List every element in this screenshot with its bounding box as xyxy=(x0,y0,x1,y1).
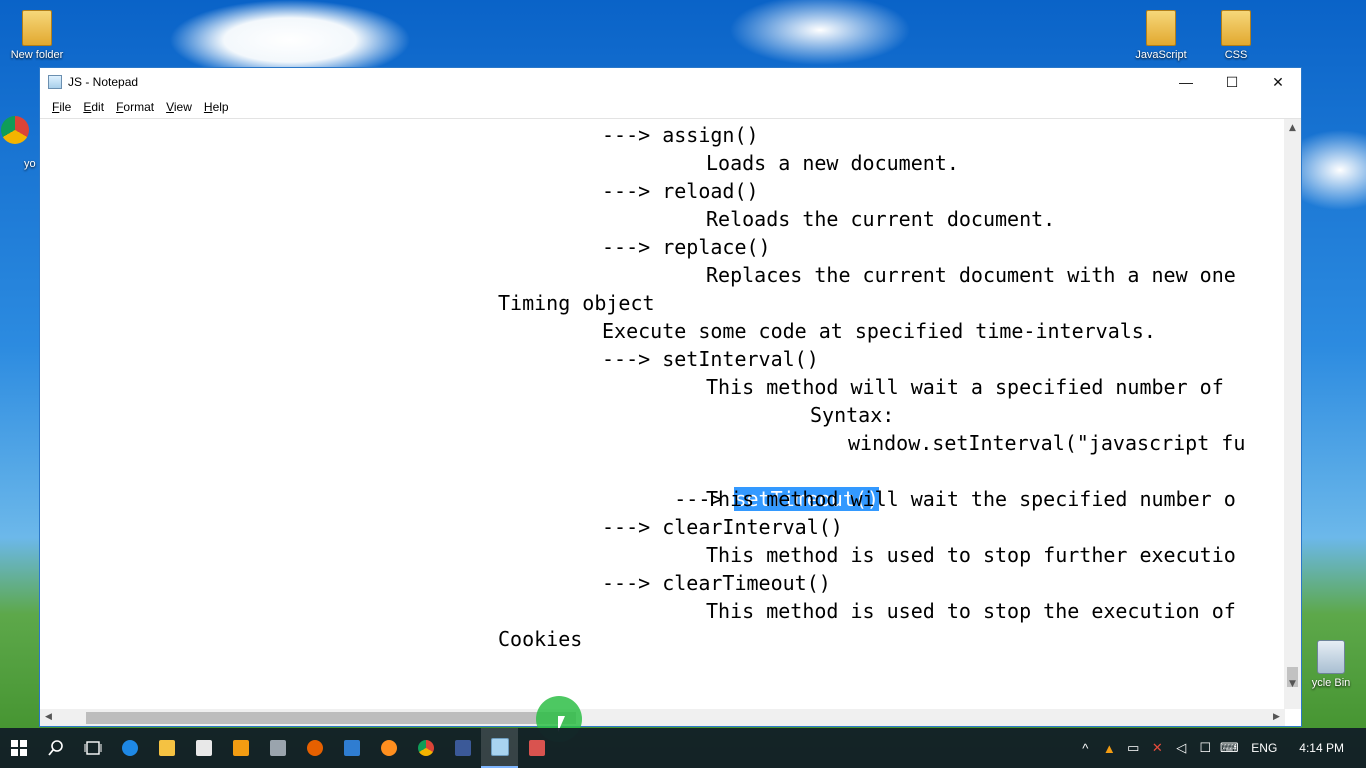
clock[interactable]: 4:14 PM xyxy=(1287,741,1366,755)
network-icon[interactable]: ✕ xyxy=(1145,740,1169,756)
scroll-up-icon[interactable]: ▲ xyxy=(1284,123,1301,133)
title-bar[interactable]: JS - Notepad — ☐ ✕ xyxy=(40,68,1301,96)
recycle-bin-icon xyxy=(1317,640,1345,674)
menu-file[interactable]: File xyxy=(46,100,77,114)
window-title: JS - Notepad xyxy=(68,75,139,89)
text-line: ---> replace() xyxy=(602,235,771,259)
text-editor[interactable]: ---> assign() Loads a new document. --->… xyxy=(40,119,1285,709)
folder-icon xyxy=(1146,10,1176,46)
firefox-icon[interactable] xyxy=(296,728,333,768)
volume-icon[interactable]: ◁ xyxy=(1169,740,1193,756)
notepad-window: JS - Notepad — ☐ ✕ File Edit Format View… xyxy=(39,67,1302,727)
start-button[interactable] xyxy=(0,728,37,768)
language-indicator[interactable]: ENG xyxy=(1241,741,1287,755)
desktop-icon-css[interactable]: CSS xyxy=(1201,10,1271,61)
media-player-icon[interactable] xyxy=(222,728,259,768)
system-tray: ^ ▲ ▭ ✕ ◁ ☐ ⌨ ENG 4:14 PM xyxy=(1073,728,1366,768)
paint-icon[interactable] xyxy=(370,728,407,768)
horizontal-scrollbar[interactable]: ◀ ▶ xyxy=(40,709,1285,726)
maximize-button[interactable]: ☐ xyxy=(1209,68,1255,96)
battery-icon[interactable]: ▭ xyxy=(1121,740,1145,756)
notepad-icon xyxy=(48,75,62,89)
desktop-icon-label: ycle Bin xyxy=(1311,677,1351,689)
desktop-icon-label: JavaScript xyxy=(1135,49,1187,61)
vlc-icon[interactable]: ▲ xyxy=(1097,741,1121,756)
text-line: Timing object xyxy=(498,291,655,315)
facebook-icon[interactable] xyxy=(444,728,481,768)
text-line: ---> setInterval() xyxy=(602,347,819,371)
notepad-taskbar-icon[interactable] xyxy=(481,728,518,768)
desktop-icon-new-folder[interactable]: New folder xyxy=(2,10,72,61)
task-view-icon[interactable] xyxy=(74,728,111,768)
menu-format[interactable]: Format xyxy=(110,100,160,114)
outlook-icon[interactable] xyxy=(333,728,370,768)
text-line: window.setInterval("javascript fu xyxy=(848,431,1246,455)
text-line: ---> assign() xyxy=(602,123,759,147)
keyboard-icon[interactable]: ⌨ xyxy=(1217,740,1241,756)
text-line: This method is used to stop further exec… xyxy=(706,543,1236,567)
scroll-down-icon[interactable]: ▼ xyxy=(1284,679,1301,689)
taskbar: ^ ▲ ▭ ✕ ◁ ☐ ⌨ ENG 4:14 PM xyxy=(0,728,1366,768)
store-icon[interactable] xyxy=(185,728,222,768)
text-line: Execute some code at specified time-inte… xyxy=(602,319,1156,343)
chrome-icon[interactable] xyxy=(407,728,444,768)
desktop-icon-recycle-bin[interactable]: ycle Bin xyxy=(1296,640,1366,689)
snipping-tool-icon[interactable] xyxy=(518,728,555,768)
desktop-icon-label: CSS xyxy=(1224,49,1248,61)
vertical-scrollbar[interactable]: ▲ ▼ xyxy=(1284,119,1301,709)
folder-icon xyxy=(22,10,52,46)
chrome-icon xyxy=(1,116,29,144)
folder-icon xyxy=(1221,10,1251,46)
text-line: This method is used to stop the executio… xyxy=(706,599,1236,623)
text-line: Syntax: xyxy=(810,403,895,427)
text-line: Cookies xyxy=(498,627,583,651)
desktop-icon-label: New folder xyxy=(10,49,64,61)
text-line: ---> reload() xyxy=(602,179,759,203)
text-line: Reloads the current document. xyxy=(706,207,1056,231)
menu-edit[interactable]: Edit xyxy=(77,100,110,114)
scroll-left-icon[interactable]: ◀ xyxy=(40,712,57,722)
menu-view[interactable]: View xyxy=(160,100,198,114)
text-line: Replaces the current document with a new… xyxy=(706,263,1236,287)
desktop-icon-javascript[interactable]: JavaScript xyxy=(1126,10,1196,61)
text-line: Loads a new document. xyxy=(706,151,959,175)
text-line: ---> clearTimeout() xyxy=(602,571,831,595)
show-hidden-icons-chevron-up-icon[interactable]: ^ xyxy=(1073,741,1097,756)
search-icon[interactable] xyxy=(37,728,74,768)
horizontal-scroll-thumb[interactable] xyxy=(86,712,576,724)
edge-browser-icon[interactable] xyxy=(111,728,148,768)
text-line: ---> clearInterval() xyxy=(602,515,843,539)
window-controls: — ☐ ✕ xyxy=(1163,68,1301,96)
film-icon[interactable] xyxy=(259,728,296,768)
text-line: This method will wait the specified numb… xyxy=(706,487,1236,511)
notification-icon[interactable]: ☐ xyxy=(1193,740,1217,756)
menu-bar: File Edit Format View Help xyxy=(40,96,1301,119)
menu-help[interactable]: Help xyxy=(198,100,235,114)
windows-logo-icon xyxy=(10,740,27,756)
text-line: This method will wait a specified number… xyxy=(706,375,1224,399)
close-button[interactable]: ✕ xyxy=(1255,68,1301,96)
minimize-button[interactable]: — xyxy=(1163,68,1209,96)
scroll-right-icon[interactable]: ▶ xyxy=(1268,712,1285,722)
file-explorer-icon[interactable] xyxy=(148,728,185,768)
